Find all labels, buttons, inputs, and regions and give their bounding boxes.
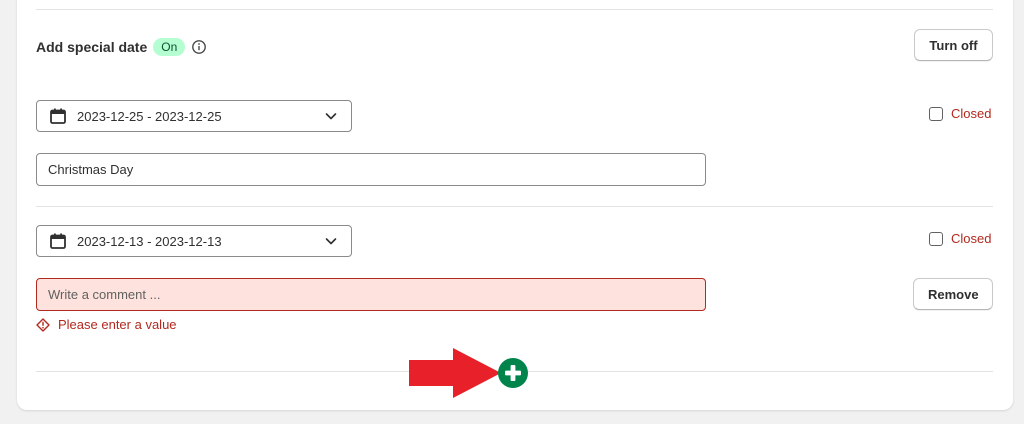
plus-circle-icon — [505, 365, 521, 381]
chevron-down-icon — [323, 233, 339, 249]
comment-input-1[interactable] — [36, 153, 706, 186]
comment-input-2[interactable] — [36, 278, 706, 311]
date-range-value: 2023-12-13 - 2023-12-13 — [77, 233, 222, 249]
error-message: Please enter a value — [58, 317, 177, 332]
closed-toggle-2[interactable]: Closed — [929, 231, 991, 246]
closed-label: Closed — [951, 106, 992, 121]
chevron-down-icon — [323, 108, 339, 124]
status-badge: On — [153, 38, 186, 56]
error-icon — [36, 317, 50, 332]
row-divider — [36, 206, 993, 207]
field-error: Please enter a value — [36, 317, 177, 332]
closed-checkbox[interactable] — [929, 106, 943, 121]
add-special-date-button[interactable] — [498, 358, 528, 388]
section-title: Add special date — [36, 39, 148, 55]
remove-button[interactable]: Remove — [913, 278, 993, 310]
closed-checkbox[interactable] — [929, 231, 943, 246]
section-header: Add special date On — [36, 36, 207, 58]
top-divider — [36, 9, 993, 10]
info-icon[interactable] — [191, 39, 207, 55]
turn-off-button[interactable]: Turn off — [914, 29, 993, 61]
date-range-select-1[interactable]: 2023-12-25 - 2023-12-25 — [36, 100, 352, 132]
date-range-value: 2023-12-25 - 2023-12-25 — [77, 108, 222, 124]
closed-label: Closed — [951, 231, 992, 246]
calendar-icon — [49, 107, 67, 125]
date-range-select-2[interactable]: 2023-12-13 - 2023-12-13 — [36, 225, 352, 257]
closed-toggle-1[interactable]: Closed — [929, 106, 991, 121]
calendar-icon — [49, 232, 67, 250]
